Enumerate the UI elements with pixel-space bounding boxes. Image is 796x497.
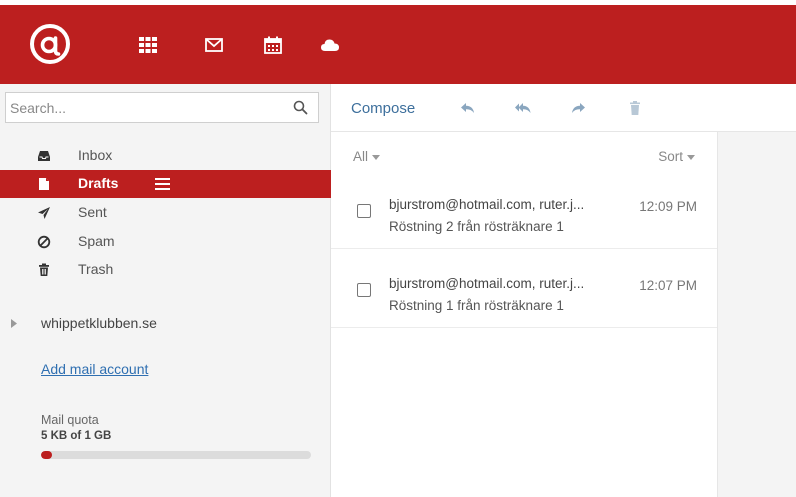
message-row[interactable]: bjurstrom@hotmail.com, ruter.j... 12:07 …: [331, 262, 717, 328]
ban-icon: [37, 235, 51, 249]
search-box: [5, 92, 319, 123]
folder-label: Sent: [78, 204, 107, 220]
mail-quota-label: Mail quota: [41, 413, 99, 427]
message-toolbar: Compose: [331, 84, 796, 132]
search-icon[interactable]: [293, 100, 308, 115]
message-row[interactable]: bjurstrom@hotmail.com, ruter.j... 12:09 …: [331, 183, 717, 249]
chevron-down-icon: [372, 154, 381, 160]
file-icon: [39, 178, 49, 190]
trash-icon: [39, 263, 49, 276]
sort-dropdown[interactable]: Sort: [658, 149, 695, 164]
message-checkbox[interactable]: [357, 283, 371, 297]
folder-drafts[interactable]: Drafts: [0, 170, 331, 198]
folder-menu-icon[interactable]: [155, 178, 170, 190]
chevron-down-icon: [687, 154, 695, 160]
caret-right-icon[interactable]: [11, 319, 17, 328]
compose-button[interactable]: Compose: [351, 100, 415, 117]
folder-label: Trash: [78, 261, 114, 277]
folder-label: Spam: [78, 233, 115, 249]
sort-label: Sort: [658, 149, 683, 164]
message-list: All Sort bjurstrom@hotmail.com, ruter.j.…: [331, 132, 718, 497]
filter-dropdown[interactable]: All: [353, 149, 381, 164]
webmail-logo-icon[interactable]: [29, 23, 71, 65]
filter-label: All: [353, 149, 369, 164]
message-checkbox[interactable]: [357, 204, 371, 218]
folder-inbox[interactable]: Inbox: [0, 142, 331, 170]
search-input[interactable]: [6, 93, 286, 122]
top-navigation-bar: [0, 5, 796, 84]
add-mail-account-link[interactable]: Add mail account: [41, 361, 148, 377]
message-subject: Röstning 2 från rösträknare 1: [389, 219, 564, 234]
account-whippetklubben[interactable]: whippetklubben.se: [0, 312, 331, 336]
message-preview-pane: [718, 132, 796, 497]
mail-icon[interactable]: [204, 36, 224, 54]
forward-icon[interactable]: [569, 100, 587, 116]
folder-label: Inbox: [78, 147, 113, 163]
delete-icon[interactable]: [626, 100, 644, 116]
paper-plane-icon: [38, 207, 50, 219]
calendar-icon[interactable]: [263, 36, 283, 54]
message-from: bjurstrom@hotmail.com, ruter.j...: [389, 276, 585, 291]
inbox-icon: [38, 151, 50, 161]
apps-grid-icon[interactable]: [138, 36, 158, 54]
folder-spam[interactable]: Spam: [0, 228, 331, 256]
sidebar: Inbox Drafts Sent Spam: [0, 84, 331, 497]
cloud-icon[interactable]: [320, 36, 340, 54]
message-subject: Röstning 1 från rösträknare 1: [389, 298, 564, 313]
reply-all-icon[interactable]: [514, 100, 532, 116]
message-from: bjurstrom@hotmail.com, ruter.j...: [389, 197, 585, 212]
mail-quota-fill: [41, 451, 52, 459]
mail-quota-value: 5 KB of 1 GB: [41, 430, 112, 442]
account-label: whippetklubben.se: [41, 315, 157, 331]
mail-quota-bar: [41, 451, 311, 459]
folder-label: Drafts: [78, 175, 119, 191]
message-time: 12:07 PM: [639, 278, 697, 293]
message-time: 12:09 PM: [639, 199, 697, 214]
folder-sent[interactable]: Sent: [0, 199, 331, 227]
reply-icon[interactable]: [459, 100, 477, 116]
folder-trash[interactable]: Trash: [0, 256, 331, 284]
